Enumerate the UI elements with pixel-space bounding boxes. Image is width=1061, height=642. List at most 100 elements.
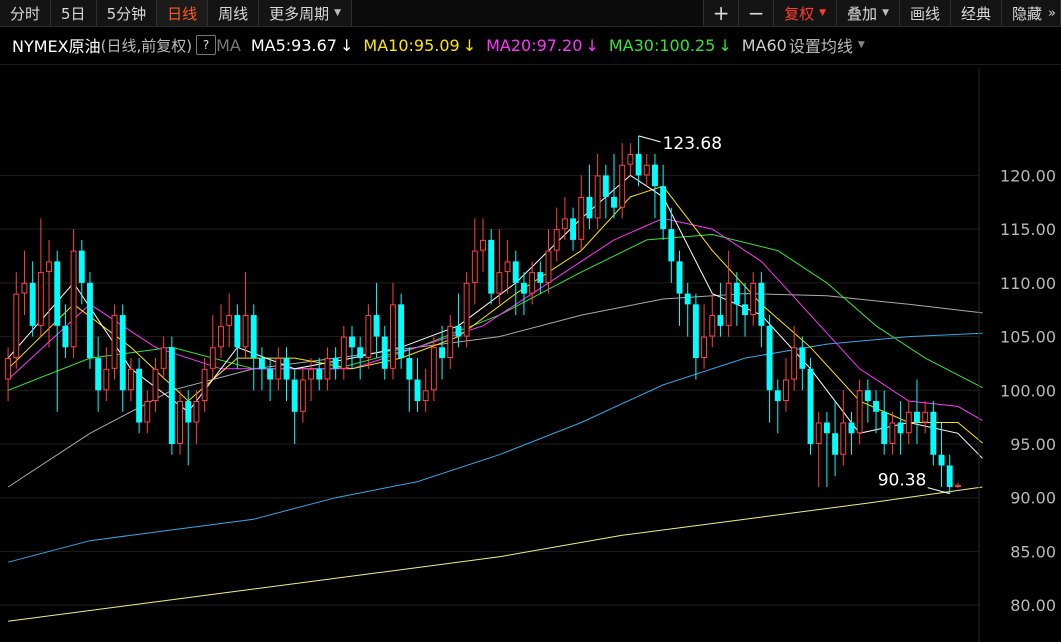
candle xyxy=(185,390,192,466)
candle xyxy=(119,304,126,412)
candle xyxy=(46,239,52,348)
candle xyxy=(889,411,896,455)
candle-body xyxy=(873,401,879,412)
candle xyxy=(954,482,961,489)
candle-body xyxy=(504,261,511,273)
candle xyxy=(283,347,290,402)
high-price-label: 123.68 xyxy=(663,134,722,154)
candle xyxy=(717,282,724,337)
candle-body xyxy=(316,368,323,380)
candle-body xyxy=(561,218,568,230)
candle-body xyxy=(193,401,200,423)
candle xyxy=(602,164,609,219)
candle-body xyxy=(299,379,306,412)
candle xyxy=(799,336,806,391)
candle xyxy=(832,401,839,477)
candle-body xyxy=(365,315,372,359)
high-pointer xyxy=(638,135,661,143)
candle xyxy=(676,250,683,326)
candle xyxy=(815,411,822,487)
candle-body xyxy=(594,175,601,219)
candle-body xyxy=(136,368,143,423)
candle xyxy=(856,379,863,444)
price-tick-label: 105.00 xyxy=(1000,328,1056,347)
candle xyxy=(136,358,143,434)
candle-body xyxy=(87,282,93,359)
candle xyxy=(340,325,347,380)
candle xyxy=(144,390,151,434)
candle-body xyxy=(455,325,462,337)
candle xyxy=(258,347,265,391)
candle-body xyxy=(930,411,937,455)
candle xyxy=(823,411,830,487)
candle xyxy=(365,304,372,369)
candle xyxy=(87,272,93,369)
candle xyxy=(914,379,920,444)
candle-body xyxy=(627,153,634,165)
candle-body xyxy=(152,368,159,402)
candle xyxy=(357,336,364,380)
candle xyxy=(897,401,904,455)
candle-body xyxy=(29,282,36,326)
candlestick-chart[interactable]: 120.00 115.00 110.00 105.00 100.00 95.00 90.00… xyxy=(0,0,1061,642)
candle xyxy=(537,261,544,294)
candle xyxy=(496,229,503,305)
candle-body xyxy=(21,282,28,294)
candle xyxy=(692,293,699,380)
ma10-line xyxy=(7,185,983,444)
candle xyxy=(840,390,847,466)
candle-body xyxy=(553,229,560,251)
candle-body xyxy=(856,390,863,434)
candle xyxy=(938,422,945,487)
candle xyxy=(54,250,61,412)
candle xyxy=(447,315,454,369)
candle-body xyxy=(545,250,552,283)
candle-body xyxy=(619,164,626,208)
candle xyxy=(791,325,798,391)
candle-body xyxy=(144,401,151,423)
candle xyxy=(463,272,470,348)
candle xyxy=(406,347,413,412)
candle xyxy=(201,358,208,412)
candle-body xyxy=(447,325,454,359)
candle-body xyxy=(660,186,667,230)
candle-body xyxy=(414,379,421,402)
candle xyxy=(373,282,380,359)
candle-body xyxy=(283,358,290,380)
candle-body xyxy=(5,358,12,380)
candle xyxy=(758,272,765,348)
candle-body xyxy=(529,272,536,294)
candle xyxy=(725,250,732,337)
candle-body xyxy=(692,304,699,359)
candle-body xyxy=(488,239,495,294)
candle xyxy=(766,315,773,423)
candle xyxy=(398,293,405,369)
candle xyxy=(29,261,36,337)
candle xyxy=(234,304,241,369)
candle-body xyxy=(226,315,233,326)
candle xyxy=(504,239,511,294)
candle-body xyxy=(823,422,830,434)
candle xyxy=(332,347,339,380)
price-axis: 120.00 115.00 110.00 105.00 100.00 95.00 90.00… xyxy=(978,68,1056,642)
candle-body xyxy=(54,261,61,326)
candle-body xyxy=(430,347,437,391)
candle-body xyxy=(242,315,249,348)
candle-body xyxy=(774,390,781,402)
candle-body xyxy=(717,315,724,326)
candle-body xyxy=(733,282,740,305)
candle-body xyxy=(201,368,208,402)
candle-body xyxy=(218,325,224,348)
candle xyxy=(783,358,789,412)
candle-body xyxy=(791,347,798,380)
candle xyxy=(37,218,44,337)
candle xyxy=(291,368,298,444)
candle xyxy=(627,143,634,176)
candle xyxy=(226,293,233,348)
candle xyxy=(520,272,527,316)
candle xyxy=(480,218,486,273)
candle-body xyxy=(291,379,298,412)
candle-body xyxy=(766,325,773,391)
candle-body xyxy=(881,411,888,444)
candle xyxy=(349,325,355,369)
